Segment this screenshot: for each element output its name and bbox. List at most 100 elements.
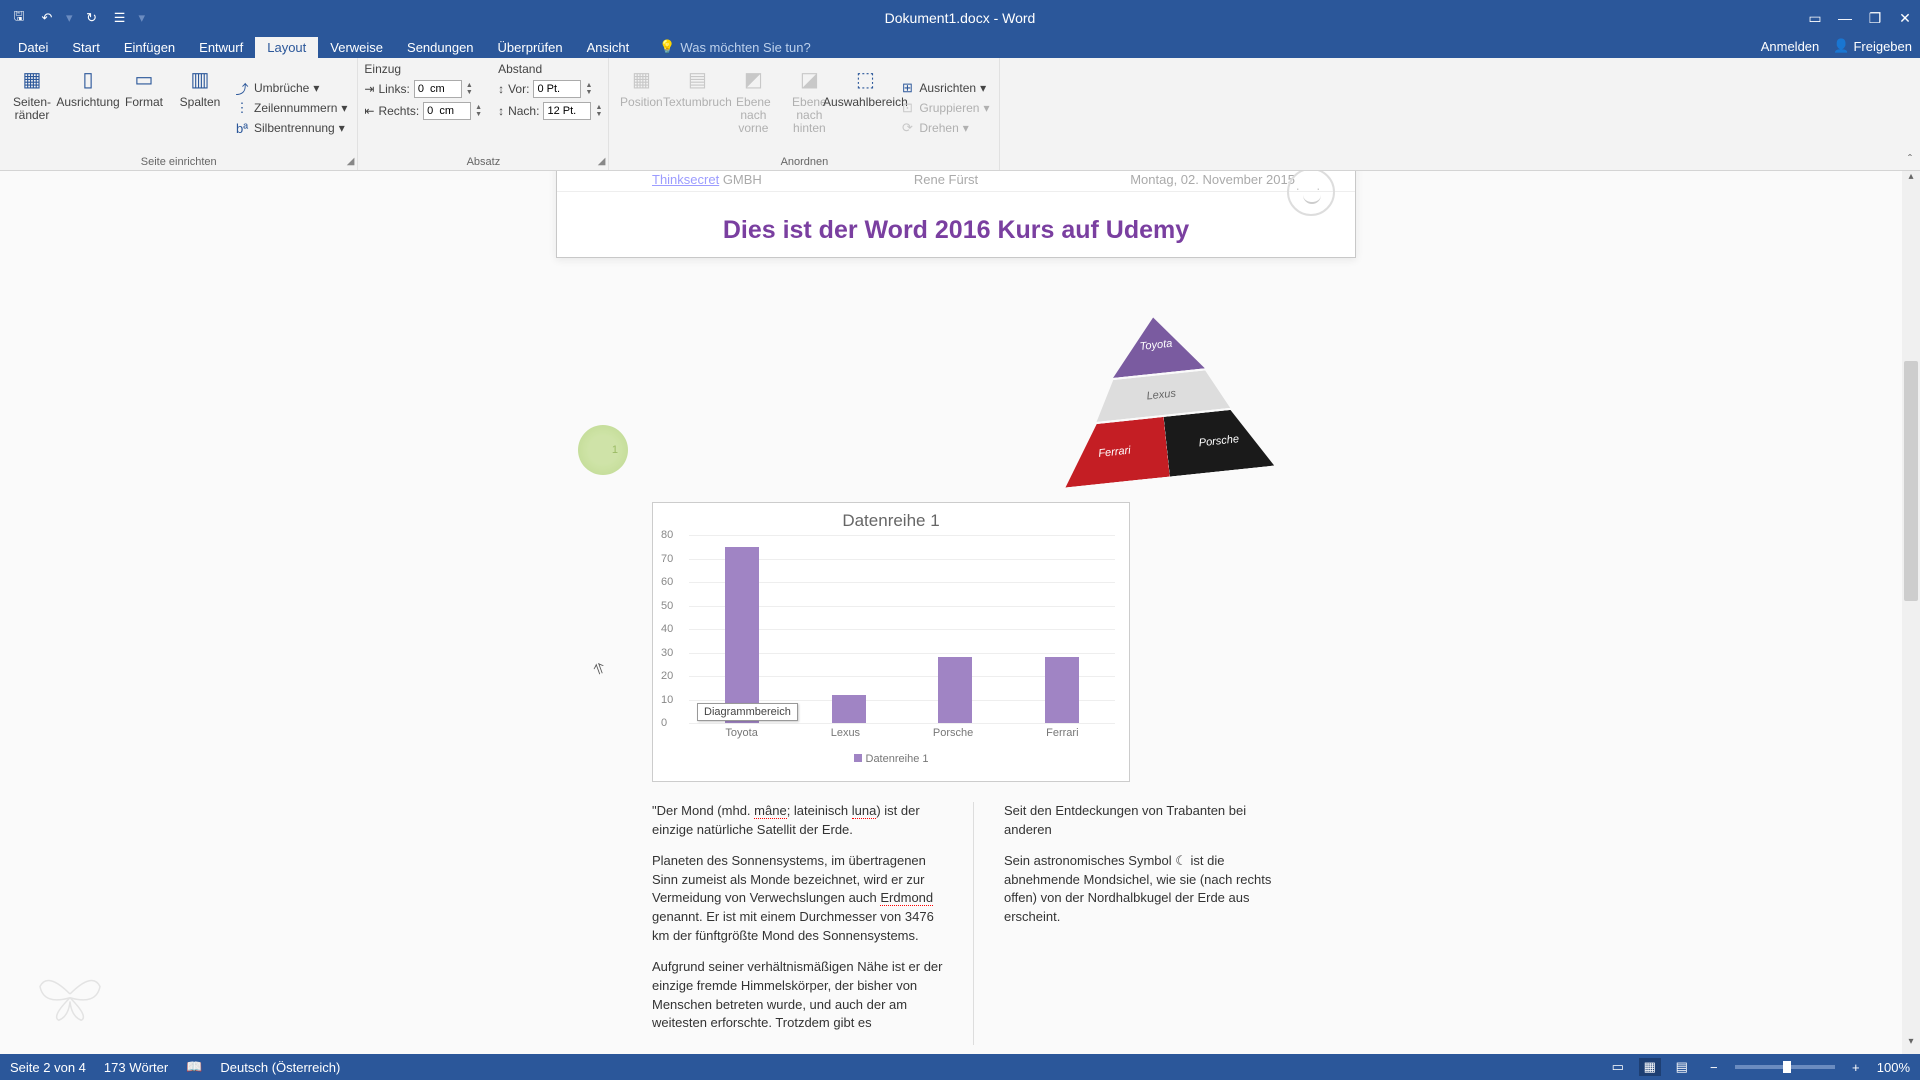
position-icon: ▦ <box>627 66 655 94</box>
close-button[interactable]: ✕ <box>1890 0 1920 36</box>
tab-layout[interactable]: Layout <box>255 37 318 58</box>
breaks-button[interactable]: ⤴Umbrüche ▾ <box>230 79 351 97</box>
scroll-thumb[interactable] <box>1904 361 1918 601</box>
header-left: Thinksecret GMBH <box>652 172 762 187</box>
zoom-in-button[interactable]: + <box>1845 1058 1867 1076</box>
language-indicator[interactable]: Deutsch (Österreich) <box>220 1060 340 1075</box>
scroll-down-button[interactable]: ▾ <box>1902 1036 1920 1054</box>
chart-x-labels: ToyotaLexusPorscheFerrari <box>689 723 1115 739</box>
scroll-up-button[interactable]: ▴ <box>1902 171 1920 189</box>
tab-einfuegen[interactable]: Einfügen <box>112 37 187 58</box>
chart-xtick: Ferrari <box>1046 727 1078 739</box>
tell-me-search[interactable]: 💡 Was möchten Sie tun? <box>651 36 819 58</box>
group-paragraph: Einzug ⇥ Links: ▲▼ ⇤ Rechts: ▲▼ Abstand … <box>358 58 609 170</box>
backward-icon: ◪ <box>795 66 823 94</box>
ribbon-display-button[interactable]: ▭ <box>1800 0 1830 36</box>
redo-button[interactable]: ↻ <box>81 7 103 29</box>
proofing-button[interactable]: 📖 <box>186 1059 202 1075</box>
undo-button[interactable]: ↶ <box>36 7 58 29</box>
document-area[interactable]: Thinksecret GMBH Rene Fürst Montag, 02. … <box>0 171 1920 1054</box>
chart-xtick: Porsche <box>933 727 973 739</box>
minimize-button[interactable]: — <box>1830 0 1860 36</box>
save-button[interactable]: 🖫 <box>8 7 30 29</box>
indent-label: Einzug <box>364 62 482 80</box>
window-title: Dokument1.docx - Word <box>885 10 1036 26</box>
close-icon: ✕ <box>1899 10 1911 27</box>
restore-icon: ❐ <box>1869 10 1882 27</box>
hyphenation-button[interactable]: bªSilbentrennung ▾ <box>230 119 351 137</box>
window-controls: ▭ — ❐ ✕ <box>1800 0 1920 36</box>
chart-legend: Datenreihe 1 <box>653 739 1129 765</box>
pyramid-smartart[interactable]: Toyota Lexus Ferrari Porsche <box>1049 306 1276 497</box>
pyramid-porsche: Porsche <box>1164 406 1275 477</box>
print-layout-button[interactable]: ▦ <box>1639 1058 1661 1076</box>
tab-ueberpruefen[interactable]: Überprüfen <box>486 37 575 58</box>
chart-object[interactable]: Datenreihe 1 01020304050607080 ToyotaLex… <box>652 502 1130 782</box>
columns-icon: ▥ <box>186 66 214 94</box>
word-count[interactable]: 173 Wörter <box>104 1060 168 1075</box>
zoom-slider[interactable] <box>1735 1065 1835 1069</box>
tab-entwurf[interactable]: Entwurf <box>187 37 255 58</box>
margins-button[interactable]: ▦Seiten- ränder <box>6 62 58 154</box>
space-before-spinner[interactable]: ▲▼ <box>585 82 592 96</box>
restore-button[interactable]: ❐ <box>1860 0 1890 36</box>
tab-verweise[interactable]: Verweise <box>318 37 395 58</box>
text-wrap-button: ▤Textumbruch <box>671 62 723 154</box>
tab-ansicht[interactable]: Ansicht <box>575 37 642 58</box>
tab-sendungen[interactable]: Sendungen <box>395 37 486 58</box>
undo-icon: ↶ <box>42 10 53 26</box>
collapse-ribbon-button[interactable]: ˆ <box>1908 152 1912 166</box>
indent-right-icon: ⇤ <box>364 104 374 118</box>
orientation-button[interactable]: ▯Ausrichtung <box>62 62 114 154</box>
space-before-input[interactable] <box>533 80 581 98</box>
size-icon: ▭ <box>130 66 158 94</box>
paragraph: Sein astronomisches Symbol ☾ ist die abn… <box>1004 852 1295 927</box>
cursor-highlight-marker: 1 <box>578 425 628 475</box>
touch-mode-button[interactable]: ☰ <box>109 7 131 29</box>
chart-ytick: 10 <box>661 694 673 706</box>
group-icon: ⊡ <box>899 100 915 116</box>
page-setup-launcher[interactable]: ◢ <box>347 156 355 167</box>
pyramid-ferrari: Ferrari <box>1059 417 1170 488</box>
qat-customize[interactable]: ▾ <box>139 10 146 26</box>
share-button[interactable]: 👤Freigeben <box>1833 38 1912 54</box>
indent-left-spinner[interactable]: ▲▼ <box>466 82 473 96</box>
tab-start[interactable]: Start <box>60 37 111 58</box>
column-left: "Der Mond (mhd. mâne; lateinisch luna) i… <box>652 802 943 1045</box>
read-mode-button[interactable]: ▭ <box>1607 1058 1629 1076</box>
qat-separator: ▾ <box>66 10 73 26</box>
zoom-out-button[interactable]: − <box>1703 1058 1725 1076</box>
page-indicator[interactable]: Seite 2 von 4 <box>10 1060 86 1075</box>
line-numbers-button[interactable]: ⋮Zeilennummern ▾ <box>230 99 351 117</box>
chart-plot-area: 01020304050607080 <box>689 535 1115 723</box>
column-separator <box>973 802 974 1045</box>
zoom-knob[interactable] <box>1783 1061 1791 1073</box>
chart-bar <box>938 657 972 723</box>
web-layout-button[interactable]: ▤ <box>1671 1058 1693 1076</box>
signin-button[interactable]: Anmelden <box>1761 38 1820 54</box>
vertical-scrollbar[interactable]: ▴ ▾ <box>1902 171 1920 1054</box>
space-after-spinner[interactable]: ▲▼ <box>595 104 602 118</box>
space-before-icon: ↕ <box>498 82 504 96</box>
indent-right-input[interactable] <box>423 102 471 120</box>
chart-ytick: 70 <box>661 553 673 565</box>
selection-pane-button[interactable]: ⬚Auswahlbereich <box>839 62 891 154</box>
columns-button[interactable]: ▥Spalten <box>174 62 226 154</box>
indent-left-input[interactable] <box>414 80 462 98</box>
title-bar: 🖫 ↶ ▾ ↻ ☰ ▾ Dokument1.docx - Word ▭ — ❐ … <box>0 0 1920 36</box>
chart-ytick: 80 <box>661 529 673 541</box>
forward-icon: ◩ <box>739 66 767 94</box>
align-icon: ⊞ <box>899 80 915 96</box>
selection-icon: ⬚ <box>851 66 879 94</box>
chart-title: Datenreihe 1 <box>653 503 1129 535</box>
paragraph-launcher[interactable]: ◢ <box>598 156 606 167</box>
line-numbers-icon: ⋮ <box>234 100 250 116</box>
size-button[interactable]: ▭Format <box>118 62 170 154</box>
document-page[interactable]: Thinksecret GMBH Rene Fürst Montag, 02. … <box>556 171 1356 258</box>
align-button[interactable]: ⊞Ausrichten ▾ <box>895 79 993 97</box>
space-after-input[interactable] <box>543 102 591 120</box>
indent-right-spinner[interactable]: ▲▼ <box>475 104 482 118</box>
tab-datei[interactable]: Datei <box>6 37 60 58</box>
zoom-level[interactable]: 100% <box>1877 1060 1910 1075</box>
chart-ytick: 0 <box>661 717 667 729</box>
